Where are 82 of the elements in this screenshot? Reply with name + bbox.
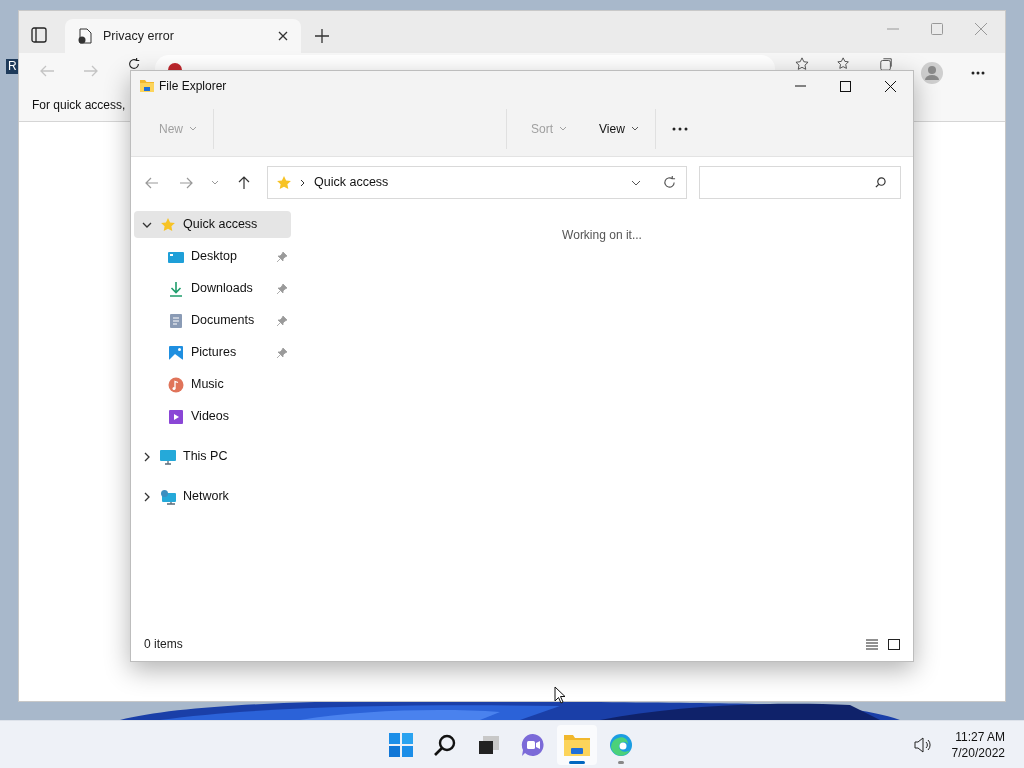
loading-message: Working on it... <box>562 227 642 244</box>
more-icon[interactable] <box>671 126 688 131</box>
task-view-icon <box>477 733 501 757</box>
pin-icon <box>276 314 288 327</box>
video-icon <box>168 408 184 425</box>
nav-item[interactable]: This PC <box>134 443 291 470</box>
nav-item[interactable]: Network <box>134 483 291 510</box>
caret-icon <box>559 126 568 131</box>
caret-icon[interactable] <box>211 180 219 185</box>
nav-label: This PC <box>183 448 229 466</box>
nav-item[interactable]: Documents <box>134 307 291 334</box>
address-text: Quick access <box>314 174 390 192</box>
nav-item[interactable]: Quick access <box>134 211 291 238</box>
star-icon <box>276 174 292 191</box>
forward-icon[interactable] <box>179 175 193 190</box>
caret-icon <box>189 126 197 131</box>
new-tab-icon[interactable] <box>315 29 329 43</box>
chat-icon <box>521 733 545 757</box>
command-button[interactable]: View <box>599 119 639 138</box>
folder-icon <box>563 733 591 757</box>
favorites-icon[interactable] <box>837 57 851 71</box>
pin-icon <box>276 250 288 263</box>
details-view-icon[interactable] <box>866 638 878 650</box>
close-icon[interactable] <box>277 30 289 42</box>
collections-icon[interactable] <box>879 57 893 71</box>
more-icon[interactable] <box>971 71 985 75</box>
tab-actions-icon[interactable] <box>31 27 47 43</box>
tab-title: Privacy error <box>103 27 175 45</box>
back-icon[interactable] <box>145 175 159 190</box>
profile-avatar-icon[interactable] <box>921 62 943 84</box>
search-field[interactable] <box>699 166 901 199</box>
document-icon <box>168 312 184 329</box>
nav-item[interactable]: Pictures <box>134 339 291 366</box>
nav-label: Videos <box>191 408 230 426</box>
star-outline-icon[interactable] <box>795 57 809 71</box>
windows-logo-icon <box>389 733 413 757</box>
nav-label: Quick access <box>183 216 259 234</box>
address-field[interactable]: Quick access <box>267 166 687 199</box>
star-icon <box>160 216 176 233</box>
nav-label: Music <box>191 376 225 394</box>
running-indicator <box>618 761 624 764</box>
nav-label: Network <box>183 488 230 506</box>
window-title: File Explorer <box>159 78 227 95</box>
desktop-icon-label[interactable]: R <box>6 59 19 74</box>
refresh-icon[interactable] <box>127 57 141 71</box>
picture-icon <box>168 344 184 361</box>
download-icon <box>168 280 184 297</box>
clock-date: 7/20/2022 <box>951 744 1005 761</box>
edge-logo-icon <box>167 62 183 70</box>
refresh-icon[interactable] <box>663 176 676 189</box>
nav-item[interactable]: Desktop <box>134 243 291 270</box>
clock[interactable]: 11:27 AM 7/20/2022 <box>951 728 1005 761</box>
caret-icon <box>630 126 639 131</box>
breadcrumb-separator-icon <box>300 178 306 187</box>
nav-item[interactable]: Music <box>134 371 291 398</box>
nav-label: Pictures <box>191 344 238 362</box>
running-indicator <box>569 761 585 764</box>
maximize-icon[interactable] <box>840 80 851 92</box>
browser-tab[interactable]: Privacy error <box>65 19 301 53</box>
network-icon <box>160 488 176 505</box>
search-icon <box>875 177 886 188</box>
chevron-down-icon[interactable] <box>631 179 641 186</box>
up-icon[interactable] <box>237 175 251 190</box>
edge-logo-icon <box>609 733 633 757</box>
nav-label: Documents <box>191 312 256 330</box>
pin-icon <box>276 282 288 295</box>
nav-item[interactable]: Downloads <box>134 275 291 302</box>
pin-icon <box>276 346 288 359</box>
tiles-view-icon[interactable] <box>888 638 900 650</box>
nav-label: Downloads <box>191 280 254 298</box>
item-count: 0 items <box>144 636 184 653</box>
close-icon[interactable] <box>885 80 896 92</box>
nav-label: Desktop <box>191 248 238 266</box>
search-icon <box>433 733 457 757</box>
clock-time: 11:27 AM <box>955 728 1005 745</box>
favorites-hint: For quick access, <box>32 97 126 114</box>
speaker-icon[interactable] <box>913 736 932 753</box>
nav-item[interactable]: Videos <box>134 403 291 430</box>
folder-icon <box>139 78 155 94</box>
music-icon <box>168 376 184 393</box>
page-error-icon <box>77 28 93 44</box>
monitor-icon <box>160 448 176 465</box>
